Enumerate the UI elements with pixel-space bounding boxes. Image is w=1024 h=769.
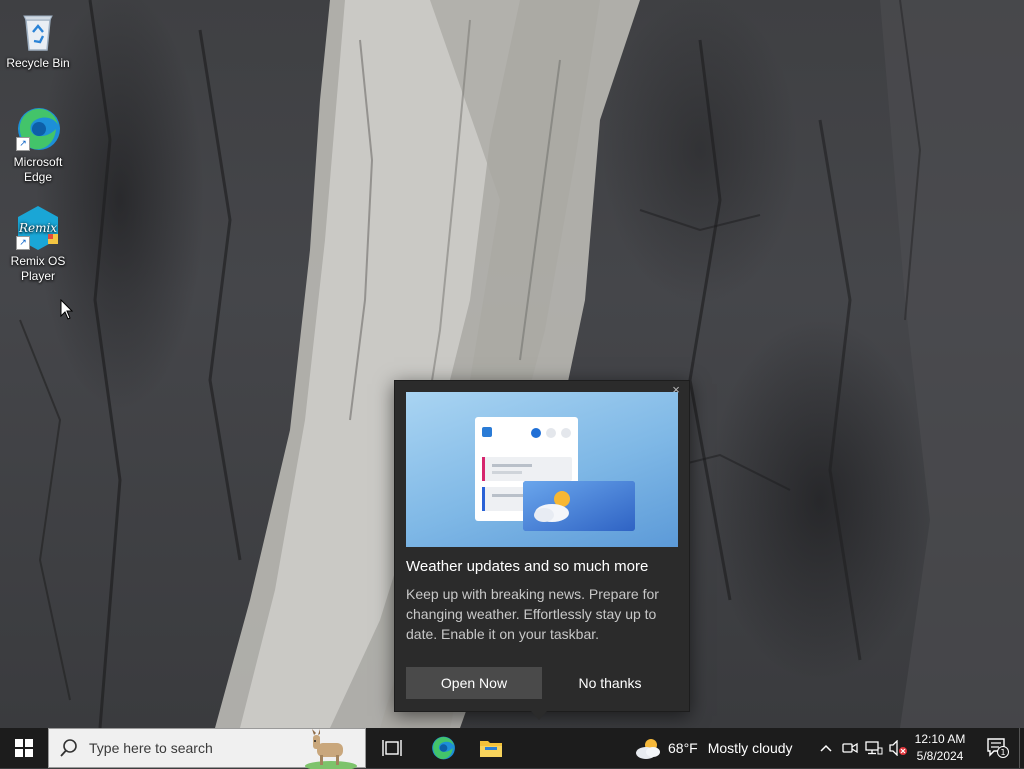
- clock-time: 12:10 AM: [914, 732, 966, 746]
- notification-count-badge: 1: [1000, 748, 1005, 757]
- search-icon: [60, 739, 77, 757]
- network-icon: [865, 741, 883, 755]
- desktop-icon-remix-os-player[interactable]: Remix ↗ Remix OS Player: [4, 198, 72, 284]
- desktop-wallpaper[interactable]: Recycle Bin ↗ Microsoft Edge Remix ↗ Rem…: [0, 0, 1024, 728]
- partly-cloudy-icon: [636, 739, 660, 759]
- search-placeholder: Type here to search: [89, 740, 213, 756]
- mouse-cursor-icon: [60, 299, 74, 320]
- popup-body-text: Keep up with breaking news. Prepare for …: [406, 586, 659, 642]
- taskbar-edge-button[interactable]: [420, 728, 466, 768]
- svg-text:Remix: Remix: [18, 221, 57, 235]
- taskbar-file-explorer-button[interactable]: [468, 728, 514, 768]
- weather-promo-popup: × Weather updates and so much more Keep …: [394, 380, 690, 720]
- desktop-icon-recycle-bin[interactable]: Recycle Bin: [4, 0, 72, 71]
- weather-condition: Mostly cloudy: [707, 740, 793, 756]
- popup-title: Weather updates and so much more: [406, 558, 649, 575]
- desktop-icon-microsoft-edge[interactable]: ↗ Microsoft Edge: [4, 99, 72, 185]
- search-highlight-illustration-icon: [305, 729, 357, 769]
- task-view-icon: [382, 740, 402, 756]
- camera-icon: [842, 742, 858, 754]
- search-input[interactable]: Type here to search: [48, 728, 366, 769]
- start-button[interactable]: [0, 728, 48, 768]
- desktop-icon-label: Remix OS Player: [10, 254, 66, 283]
- chevron-up-icon: [820, 744, 832, 752]
- popup-pointer: [531, 711, 547, 720]
- edge-icon: [432, 736, 455, 760]
- windows-logo-icon: [15, 739, 33, 757]
- weather-temperature: 68°F: [668, 740, 698, 756]
- clock-date: 5/8/2024: [916, 749, 964, 763]
- task-view-button[interactable]: [370, 728, 414, 768]
- meet-now-button[interactable]: [838, 728, 862, 768]
- folder-icon: [480, 741, 502, 757]
- network-button[interactable]: [862, 728, 886, 768]
- taskbar: Type here to search 68°F Mostly cloudy 1…: [0, 728, 1024, 769]
- notification-icon: 1: [987, 738, 1009, 758]
- remix-os-icon: Remix ↗: [14, 204, 62, 252]
- action-center-button[interactable]: 1: [978, 728, 1018, 768]
- no-thanks-button[interactable]: No thanks: [542, 667, 678, 699]
- taskbar-clock[interactable]: 12:10 AM 5/8/2024: [906, 731, 974, 765]
- desktop-icon-label: Recycle Bin: [6, 56, 70, 70]
- edge-icon: ↗: [14, 105, 62, 153]
- show-desktop-button[interactable]: [1019, 728, 1024, 768]
- recycle-bin-icon: [14, 6, 62, 54]
- shortcut-arrow-icon: ↗: [16, 137, 30, 151]
- volume-muted-icon: [889, 740, 907, 756]
- show-hidden-icons-button[interactable]: [814, 728, 838, 768]
- system-tray: [814, 728, 910, 768]
- shortcut-arrow-icon: ↗: [16, 236, 30, 250]
- weather-widget[interactable]: 68°F Mostly cloudy: [634, 728, 793, 768]
- popup-hero-illustration: [406, 392, 678, 547]
- open-now-button[interactable]: Open Now: [406, 667, 542, 699]
- desktop-icon-label: Microsoft Edge: [13, 155, 63, 184]
